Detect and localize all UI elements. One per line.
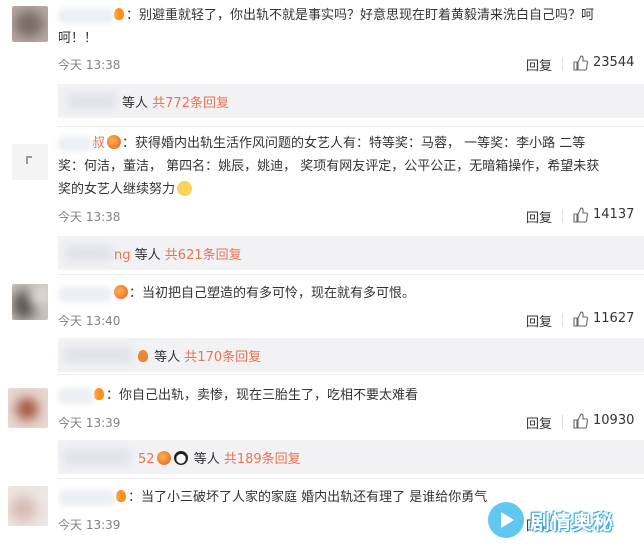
reply-people: 等人 (193, 452, 220, 467)
divider (562, 415, 563, 429)
thumbs-up-icon[interactable] (572, 207, 588, 223)
reply-people: 等人 (122, 96, 149, 111)
thumbs-up-icon[interactable] (572, 311, 588, 327)
username[interactable] (58, 7, 114, 24)
avatar[interactable] (12, 6, 48, 42)
divider (562, 57, 563, 71)
comment-time: 今天 13:39 (58, 416, 121, 430)
comment-time: 今天 13:38 (58, 210, 121, 224)
vip-badge-icon (114, 285, 128, 299)
reply-people: 等人 (154, 350, 181, 365)
vip-badge-icon (107, 135, 122, 149)
panda-emoji-icon (173, 451, 188, 465)
thumbs-up-icon[interactable] (572, 413, 588, 429)
reply-count[interactable]: 共772条回复 (152, 96, 229, 111)
reply-count[interactable]: 共170条回复 (184, 350, 261, 365)
avatar[interactable] (12, 284, 48, 320)
reply-button[interactable]: 回复 (526, 207, 552, 226)
like-count: 11627 (593, 311, 635, 326)
watermark: 剧情奥秘 (488, 500, 638, 540)
username[interactable] (58, 489, 116, 506)
divider (58, 478, 644, 479)
reply-summary[interactable]: 等人 共772条回复 (58, 84, 644, 118)
reply-summary[interactable]: ng 等人 共621条回复 (58, 236, 644, 270)
comment-text-line1: 当初把自己塑造的有多可怜，现在就有多可恨。 (142, 286, 416, 301)
thumbs-up-icon[interactable] (572, 55, 588, 71)
divider (58, 274, 644, 275)
username[interactable] (58, 387, 94, 404)
divider (562, 209, 563, 223)
comment-text-line1: 获得婚内出轨生活作风问题的女艺人有：特等奖：马蓉， 一等奖：李小路 二等 (135, 136, 586, 151)
reply-count[interactable]: 共189条回复 (224, 452, 301, 467)
reply-summary[interactable]: 52 等人 共189条回复 (58, 440, 644, 474)
like-count: 23544 (593, 55, 635, 70)
comment-text-line3: 奖的女艺人继续努力 (58, 182, 176, 197)
username-visible[interactable]: 叔 (92, 136, 105, 151)
fire-icon (138, 350, 148, 362)
username[interactable] (58, 285, 112, 302)
avatar[interactable] (8, 388, 48, 428)
reply-button[interactable]: 回复 (526, 413, 552, 432)
like-count: 10930 (593, 413, 635, 428)
watermark-text: 剧情奥秘 (530, 510, 614, 534)
comment-text-line1: 别避重就轻了，你出轨不就是事实吗？好意思现在盯着黄毅清来洗白自己吗？呵 (139, 8, 595, 23)
fire-icon (94, 388, 104, 400)
reply-button[interactable]: 回复 (526, 311, 552, 330)
reply-people: 等人 (134, 248, 161, 263)
comment-time: 今天 13:40 (58, 314, 121, 328)
play-logo-icon (488, 502, 524, 538)
reply-button[interactable]: 回复 (526, 55, 552, 74)
comment-text-line2: 呵！！ (58, 31, 98, 46)
like-count: 14137 (593, 207, 635, 222)
divider (58, 374, 644, 375)
smile-emoji-icon (177, 181, 193, 196)
comment-time: 今天 13:38 (58, 58, 121, 72)
divider (58, 126, 644, 127)
fire-icon (114, 8, 124, 20)
reply-user-fragment[interactable]: 52 (138, 452, 155, 467)
comment-time: 今天 13:39 (58, 518, 121, 532)
comment-text-line2: 奖：何洁，董洁， 第四名：姚辰，姚迪， 奖项有网友评定，公平公正，无暗箱操作，希… (58, 159, 600, 174)
comment-text-line1: 当了小三破坏了人家的家庭 婚内出轨还有理了 是谁给你勇气 (141, 490, 488, 505)
reply-summary[interactable]: 等人 共170条回复 (58, 338, 644, 372)
reply-count[interactable]: 共621条回复 (165, 248, 242, 263)
username[interactable] (58, 135, 92, 152)
vip-badge-icon (156, 451, 171, 465)
avatar[interactable] (8, 486, 48, 526)
fire-icon (116, 490, 126, 502)
comment-text-line1: 你自己出轨，卖惨，现在三胎生了，吃相不要太难看 (119, 388, 419, 403)
divider (562, 313, 563, 327)
avatar[interactable] (12, 144, 48, 180)
reply-user-fragment[interactable]: ng (114, 248, 131, 263)
